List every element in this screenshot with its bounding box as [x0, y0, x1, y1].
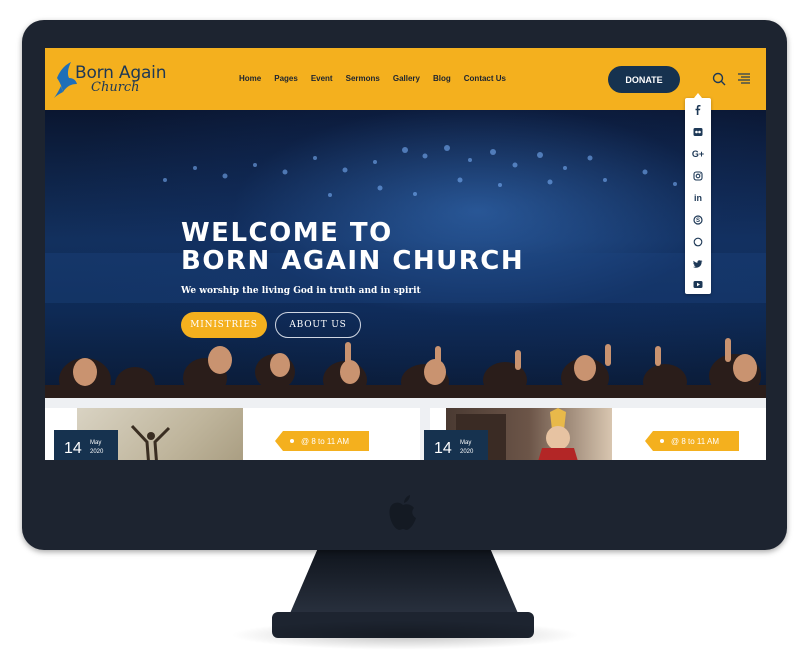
main-nav: Home Pages Event Sermons Gallery Blog Co… — [239, 74, 519, 83]
event-month-year: May 2020 — [90, 440, 104, 455]
nav-pages[interactable]: Pages — [274, 74, 298, 83]
site-header: Born Again Church Home Pages Event Sermo… — [45, 48, 766, 110]
svg-text:S: S — [696, 218, 700, 224]
donate-button[interactable]: DONATE — [608, 66, 680, 93]
nav-sermons[interactable]: Sermons — [346, 74, 380, 83]
facebook-icon[interactable] — [685, 100, 711, 120]
website-screen: Born Again Church Home Pages Event Sermo… — [45, 48, 766, 460]
event-time-tag-2[interactable]: @ 8 to 11 AM — [645, 431, 739, 451]
event-day: 14 — [64, 440, 82, 457]
nav-contact-us[interactable]: Contact Us — [464, 74, 506, 83]
search-icon[interactable] — [712, 72, 726, 86]
whatsapp-icon[interactable] — [685, 232, 711, 252]
instagram-icon[interactable] — [685, 166, 711, 186]
nav-event[interactable]: Event — [311, 74, 333, 83]
events-section: 14 May2020 @ 8 to 11 AM 14 May2020 @ 8 — [45, 398, 766, 460]
hamburger-menu-icon[interactable] — [737, 72, 751, 86]
youtube-icon[interactable] — [685, 274, 711, 294]
ministries-button[interactable]: MINISTRIES — [181, 312, 267, 338]
hero-subtitle: We worship the living God in truth and i… — [181, 286, 421, 296]
logo-text-bottom: Church — [91, 80, 140, 95]
nav-blog[interactable]: Blog — [433, 74, 451, 83]
social-share-panel: G+ in S — [685, 93, 711, 294]
event-time: @ 8 to 11 AM — [301, 436, 349, 446]
about-us-button[interactable]: ABOUT US — [275, 312, 361, 338]
event-date-2: 14 May 2020 — [424, 430, 488, 460]
site-logo[interactable]: Born Again Church — [53, 60, 183, 100]
hero-banner: WELCOME TO BORN AGAIN CHURCH We worship … — [45, 110, 766, 398]
hero-title-line1: WELCOME TO — [181, 218, 393, 248]
stand-shadow — [230, 620, 580, 650]
linkedin-icon[interactable]: in — [685, 188, 711, 208]
event-time-tag-1[interactable]: @ 8 to 11 AM — [275, 431, 369, 451]
hero-title-line2: BORN AGAIN CHURCH — [181, 246, 525, 276]
event-month-year: May 2020 — [460, 440, 474, 455]
flickr-icon[interactable] — [685, 122, 711, 142]
skype-icon[interactable]: S — [685, 210, 711, 230]
event-day: 14 — [434, 440, 452, 457]
event-time: @ 8 to 11 AM — [671, 436, 719, 446]
hero-title: WELCOME TO BORN AGAIN CHURCH — [181, 219, 524, 275]
nav-home[interactable]: Home — [239, 74, 261, 83]
event-date-1: 14 May 2020 — [54, 430, 118, 460]
google-plus-icon[interactable]: G+ — [685, 144, 711, 164]
twitter-icon[interactable] — [685, 254, 711, 274]
apple-logo-icon — [389, 495, 416, 530]
clock-icon — [660, 439, 664, 443]
nav-gallery[interactable]: Gallery — [393, 74, 420, 83]
clock-icon — [290, 439, 294, 443]
social-panel-arrow — [694, 93, 702, 98]
